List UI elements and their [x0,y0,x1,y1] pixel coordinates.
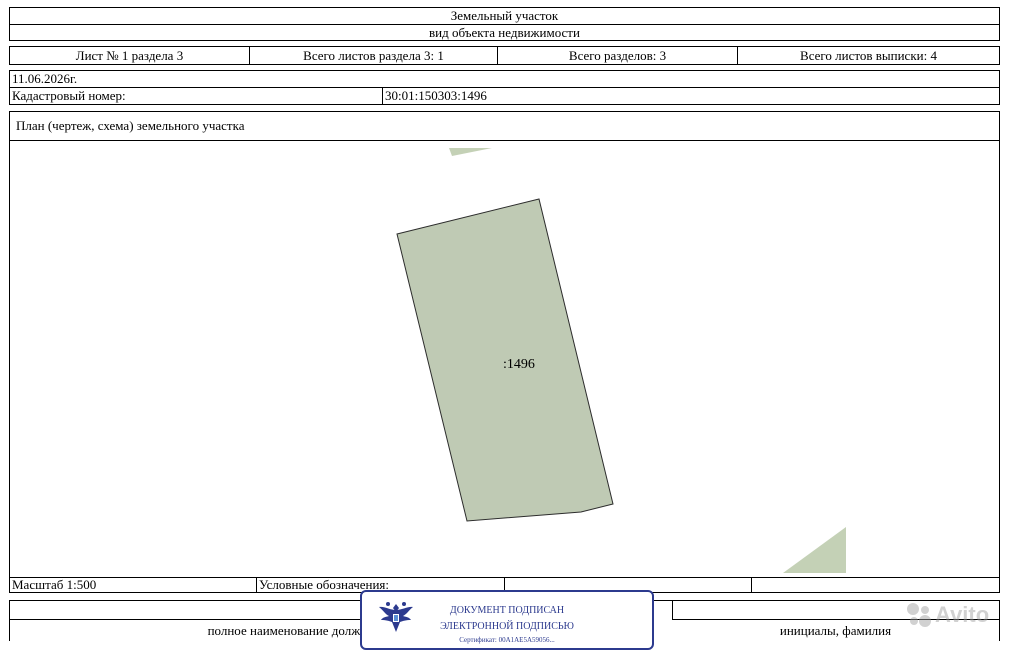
object-type-caption: вид объекта недвижимости [429,24,580,40]
date-row: 11.06.2026г. [9,70,1000,88]
sheet-info-row: Лист № 1 раздела 3 Всего листов раздела … [9,46,1000,65]
watermark-text: Avito [935,602,990,627]
stamp-line-3: Сертификат: 00A1AE5A59056... [459,636,555,644]
parcel-label: :1496 [503,357,535,372]
double-headed-eagle-icon [379,602,413,632]
sheet-number: Лист № 1 раздела 3 [10,47,250,64]
stamp-line-2: ЭЛЕКТРОННОЙ ПОДПИСЬЮ [440,621,574,632]
object-type: Земельный участок [450,8,559,23]
avito-watermark: Avito [905,598,1005,632]
legend-cell-2 [752,578,999,592]
sheets-total: Всего листов выписки: 4 [800,47,937,63]
header-caption-row: вид объекта недвижимости [9,24,1000,41]
avito-logo-icon [907,603,931,627]
plan-title: План (чертеж, схема) земельного участка [16,118,245,133]
cadastral-row: Кадастровый номер: 30:01:150303:1496 [9,87,1000,105]
neighbor-parcel-bottom-right [783,527,846,573]
cadastral-value: 30:01:150303:1496 [385,88,487,103]
stamp-line-1: ДОКУМЕНТ ПОДПИСАН [449,605,565,616]
position-blank [10,601,361,620]
plan-title-row: План (чертеж, схема) земельного участка [9,111,1000,141]
cadastral-label: Кадастровый номер: [10,88,383,104]
header-title-row: Земельный участок [9,7,1000,25]
e-signature-stamp: ДОКУМЕНТ ПОДПИСАН ЭЛЕКТРОННОЙ ПОДПИСЬЮ С… [360,590,654,650]
plan-area: :1496 [9,140,1000,578]
neighbor-parcel-top [449,148,492,156]
sheets-in-section: Всего листов раздела 3: 1 [250,47,498,64]
extract-date: 11.06.2026г. [12,71,78,86]
scale: Масштаб 1:500 [10,577,257,592]
sections-total: Всего разделов: 3 [498,47,738,64]
